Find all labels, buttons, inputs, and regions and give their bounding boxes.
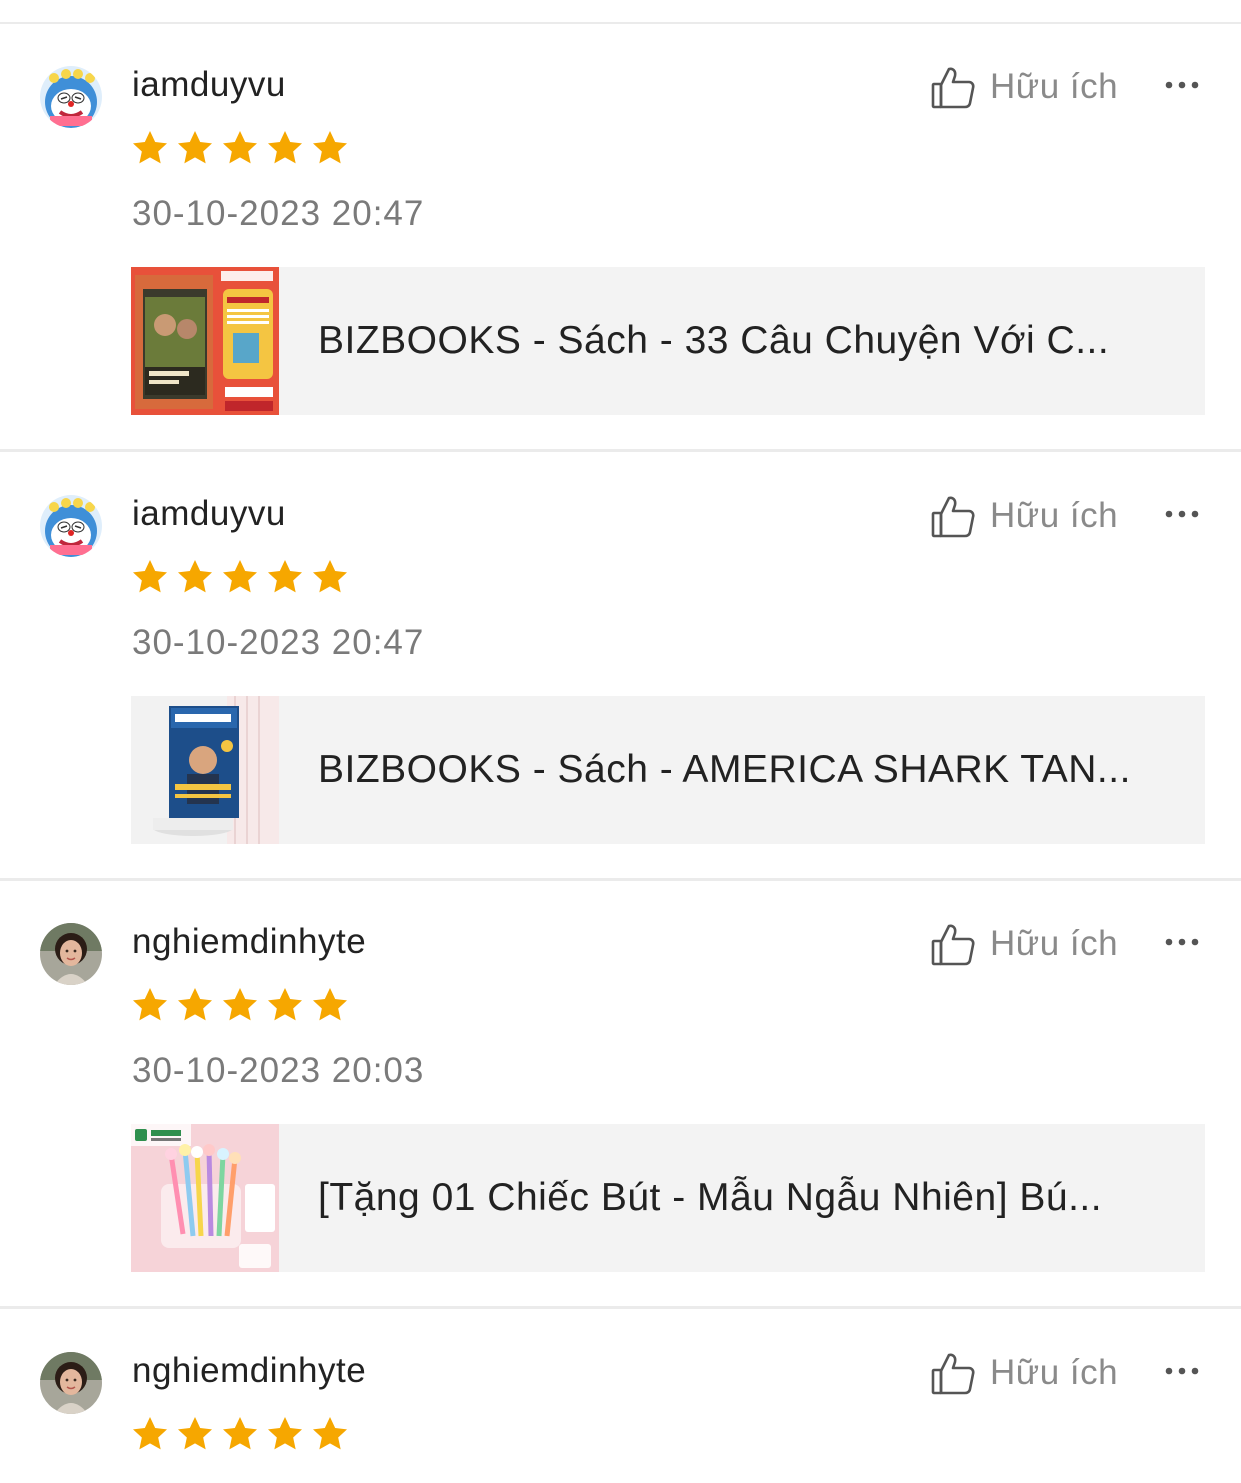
review-datetime: 30-10-2023 20:47 <box>132 623 425 662</box>
more-dots-icon <box>1165 505 1199 523</box>
star-icon <box>220 985 260 1029</box>
product-title: [Tặng 01 Chiếc Bút - Mẫu Ngẫu Nhiên] Bú.… <box>318 1176 1103 1219</box>
star-rating <box>130 128 350 172</box>
star-icon <box>265 128 305 172</box>
product-card[interactable]: [Tặng 01 Chiếc Bút - Mẫu Ngẫu Nhiên] Bú.… <box>131 1124 1205 1272</box>
thumbs-up-icon <box>930 921 976 967</box>
review-item: iamduyvu 30-10-2023 20:47 Hữu ích BIZBOO… <box>0 453 1241 881</box>
review-item: nghiemdinhyte 30-10-2023 20:03 Hữu ích [… <box>0 881 1241 1309</box>
star-icon <box>130 557 170 601</box>
star-icon <box>175 557 215 601</box>
product-thumbnail <box>131 267 279 415</box>
star-icon <box>220 128 260 172</box>
thumbs-up-icon <box>930 493 976 539</box>
star-icon <box>175 128 215 172</box>
helpful-label: Hữu ích <box>990 67 1119 106</box>
star-icon <box>310 985 350 1029</box>
more-dots-icon <box>1165 1362 1199 1380</box>
helpful-label: Hữu ích <box>990 924 1119 963</box>
star-icon <box>265 1414 305 1458</box>
star-icon <box>130 985 170 1029</box>
star-rating <box>130 557 350 601</box>
more-button[interactable] <box>1158 70 1206 100</box>
username: nghiemdinhyte <box>132 922 367 961</box>
thumbs-up-icon <box>930 64 976 110</box>
star-icon <box>130 1414 170 1458</box>
thumbs-up-icon <box>930 1350 976 1396</box>
helpful-button[interactable]: Hữu ích <box>930 919 1118 969</box>
review-datetime: 30-10-2023 20:03 <box>132 1051 425 1090</box>
star-icon <box>310 557 350 601</box>
avatar[interactable] <box>40 1352 102 1414</box>
username: iamduyvu <box>132 494 286 533</box>
star-icon <box>175 1414 215 1458</box>
review-item: nghiemdinhyte Hữu ích <box>0 1310 1241 1483</box>
review-divider <box>0 1306 1241 1309</box>
product-card[interactable]: BIZBOOKS - Sách - AMERICA SHARK TAN... <box>131 696 1205 844</box>
star-icon <box>265 985 305 1029</box>
helpful-button[interactable]: Hữu ích <box>930 62 1118 112</box>
more-dots-icon <box>1165 76 1199 94</box>
star-rating <box>130 985 350 1029</box>
star-icon <box>175 985 215 1029</box>
username: nghiemdinhyte <box>132 1351 367 1390</box>
star-icon <box>310 1414 350 1458</box>
review-datetime: 30-10-2023 20:47 <box>132 194 425 233</box>
product-thumbnail <box>131 696 279 844</box>
star-icon <box>220 557 260 601</box>
avatar[interactable] <box>40 66 102 128</box>
star-rating <box>130 1414 350 1458</box>
helpful-button[interactable]: Hữu ích <box>930 491 1118 541</box>
username: iamduyvu <box>132 65 286 104</box>
helpful-label: Hữu ích <box>990 496 1119 535</box>
product-card[interactable]: BIZBOOKS - Sách - 33 Câu Chuyện Với C... <box>131 267 1205 415</box>
product-thumbnail <box>131 1124 279 1272</box>
more-button[interactable] <box>1158 499 1206 529</box>
product-title: BIZBOOKS - Sách - 33 Câu Chuyện Với C... <box>318 319 1110 362</box>
review-item: iamduyvu 30-10-2023 20:47 Hữu ích BIZBOO… <box>0 24 1241 452</box>
helpful-button[interactable]: Hữu ích <box>930 1348 1118 1398</box>
star-icon <box>220 1414 260 1458</box>
more-button[interactable] <box>1158 1356 1206 1386</box>
more-dots-icon <box>1165 933 1199 951</box>
helpful-label: Hữu ích <box>990 1353 1119 1392</box>
more-button[interactable] <box>1158 927 1206 957</box>
star-icon <box>310 128 350 172</box>
review-divider <box>0 449 1241 452</box>
avatar[interactable] <box>40 923 102 985</box>
star-icon <box>130 128 170 172</box>
star-icon <box>265 557 305 601</box>
avatar[interactable] <box>40 495 102 557</box>
product-title: BIZBOOKS - Sách - AMERICA SHARK TAN... <box>318 748 1131 791</box>
